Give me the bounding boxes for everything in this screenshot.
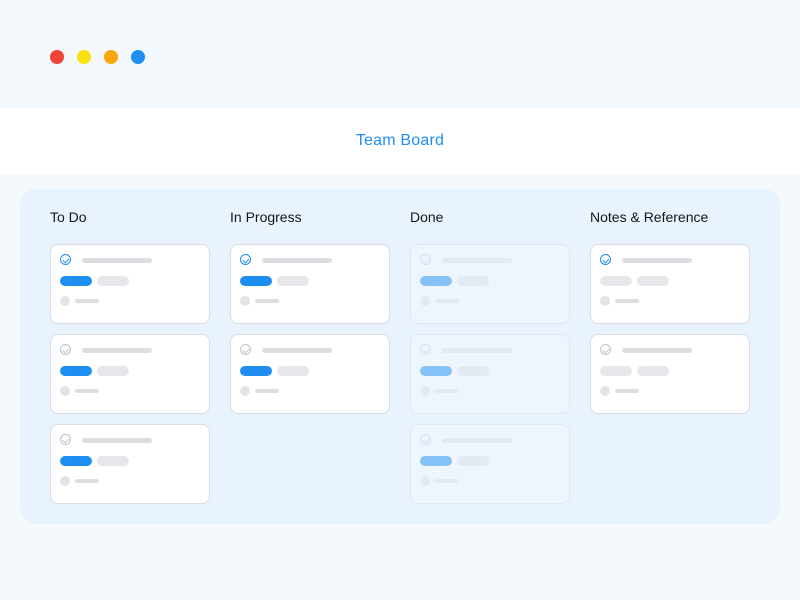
column-title: In Progress <box>230 209 302 225</box>
card-title-placeholder <box>442 348 512 353</box>
check-circle-icon[interactable] <box>60 344 71 355</box>
header-bar: Team Board <box>0 108 800 174</box>
card-title-placeholder <box>82 348 152 353</box>
card-tag-secondary <box>277 276 309 286</box>
card-tag-primary <box>420 456 452 466</box>
board-title: Team Board <box>355 132 445 149</box>
card-tag-primary <box>240 366 272 376</box>
card-title-placeholder <box>622 258 692 263</box>
check-circle-icon[interactable] <box>240 254 251 265</box>
column-title: To Do <box>50 209 87 225</box>
task-card[interactable] <box>410 334 570 414</box>
card-meta-placeholder <box>435 299 459 303</box>
column-title: Done <box>410 209 444 225</box>
task-card[interactable] <box>50 424 210 504</box>
card-meta-placeholder <box>435 479 459 483</box>
task-card[interactable] <box>230 334 390 414</box>
card-meta-placeholder <box>75 479 99 483</box>
card-tag-primary <box>600 276 632 286</box>
card-meta-placeholder <box>615 299 639 303</box>
task-card[interactable] <box>410 424 570 504</box>
task-card[interactable] <box>50 244 210 324</box>
card-tag-primary <box>60 456 92 466</box>
window-close-dot[interactable] <box>50 50 64 64</box>
card-title-placeholder <box>622 348 692 353</box>
card-tag-primary <box>60 276 92 286</box>
task-card[interactable] <box>590 244 750 324</box>
check-circle-icon[interactable] <box>420 434 431 445</box>
check-circle-icon[interactable] <box>60 254 71 265</box>
card-tag-secondary <box>457 276 489 286</box>
card-tag-secondary <box>277 366 309 376</box>
avatar <box>420 476 430 486</box>
card-tag-primary <box>600 366 632 376</box>
avatar <box>240 296 250 306</box>
task-card[interactable] <box>230 244 390 324</box>
card-meta-placeholder <box>75 299 99 303</box>
card-title-placeholder <box>82 438 152 443</box>
card-tag-primary <box>420 276 452 286</box>
task-card[interactable] <box>50 334 210 414</box>
check-circle-icon[interactable] <box>600 344 611 355</box>
card-meta-placeholder <box>435 389 459 393</box>
card-title-placeholder <box>442 258 512 263</box>
kanban-board: To Do In Progress Done Notes & Reference <box>20 189 780 524</box>
card-meta-placeholder <box>255 389 279 393</box>
card-meta-placeholder <box>255 299 279 303</box>
check-circle-icon[interactable] <box>240 344 251 355</box>
card-tag-secondary <box>97 456 129 466</box>
task-card[interactable] <box>590 334 750 414</box>
card-title-placeholder <box>442 438 512 443</box>
card-tag-secondary <box>637 276 669 286</box>
check-circle-icon[interactable] <box>600 254 611 265</box>
avatar <box>60 386 70 396</box>
card-meta-placeholder <box>615 389 639 393</box>
card-tag-primary <box>420 366 452 376</box>
check-circle-icon[interactable] <box>420 344 431 355</box>
avatar <box>420 386 430 396</box>
card-tag-primary <box>60 366 92 376</box>
card-title-placeholder <box>262 258 332 263</box>
card-tag-secondary <box>637 366 669 376</box>
task-card[interactable] <box>410 244 570 324</box>
avatar <box>600 386 610 396</box>
card-tag-secondary <box>457 456 489 466</box>
avatar <box>60 296 70 306</box>
card-title-placeholder <box>262 348 332 353</box>
check-circle-icon[interactable] <box>60 434 71 445</box>
window-option-dot[interactable] <box>104 50 118 64</box>
avatar <box>600 296 610 306</box>
avatar <box>60 476 70 486</box>
avatar <box>240 386 250 396</box>
window-maximize-dot[interactable] <box>131 50 145 64</box>
avatar <box>420 296 430 306</box>
card-tag-primary <box>240 276 272 286</box>
card-tag-secondary <box>457 366 489 376</box>
card-tag-secondary <box>97 276 129 286</box>
card-tag-secondary <box>97 366 129 376</box>
card-title-placeholder <box>82 258 152 263</box>
window-minimize-dot[interactable] <box>77 50 91 64</box>
check-circle-icon[interactable] <box>420 254 431 265</box>
card-meta-placeholder <box>75 389 99 393</box>
window-controls <box>50 50 145 64</box>
column-title: Notes & Reference <box>590 209 709 225</box>
